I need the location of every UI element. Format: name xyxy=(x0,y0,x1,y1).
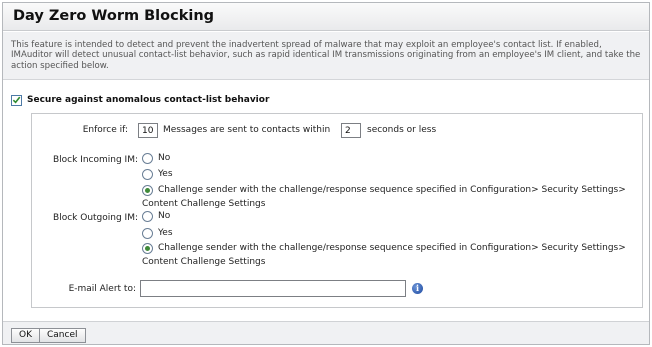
check-mark-icon xyxy=(12,96,21,104)
incoming-challenge-label: Challenge sender with the challenge/resp… xyxy=(158,185,626,195)
block-outgoing-label: Block Outgoing IM: xyxy=(53,213,138,223)
messages-count-input[interactable] xyxy=(138,123,158,138)
cancel-button[interactable]: Cancel xyxy=(39,328,86,343)
incoming-no-label: No xyxy=(158,153,171,163)
info-icon[interactable]: i xyxy=(412,283,423,294)
day-zero-worm-blocking-panel: Day Zero Worm Blocking This feature is i… xyxy=(2,2,650,345)
incoming-no-radio[interactable] xyxy=(142,153,153,164)
button-bar: OK Cancel xyxy=(3,321,649,344)
incoming-yes-radio[interactable] xyxy=(142,169,153,180)
outgoing-yes-label: Yes xyxy=(158,228,173,238)
block-incoming-label: Block Incoming IM: xyxy=(52,155,138,165)
outgoing-no-label: No xyxy=(158,211,171,221)
feature-description: This feature is intended to detect and p… xyxy=(3,32,649,80)
outgoing-yes-radio[interactable] xyxy=(142,228,153,239)
outgoing-challenge-label: Challenge sender with the challenge/resp… xyxy=(158,243,626,253)
enforce-label: Enforce if: xyxy=(82,125,128,135)
ok-button[interactable]: OK xyxy=(11,328,40,343)
outgoing-challenge-radio[interactable] xyxy=(142,243,153,254)
email-alert-label: E-mail Alert to: xyxy=(68,284,136,294)
secure-checkbox[interactable] xyxy=(11,94,22,106)
seconds-input[interactable] xyxy=(341,123,361,138)
secure-checkbox-label: Secure against anomalous contact-list be… xyxy=(27,95,270,105)
incoming-challenge-continuation: Content Challenge Settings xyxy=(142,199,266,209)
outgoing-challenge-continuation: Content Challenge Settings xyxy=(142,257,266,267)
email-alert-input[interactable] xyxy=(140,280,406,297)
enforce-middle-text: Messages are sent to contacts within xyxy=(163,125,331,135)
secure-checkbox-row[interactable]: Secure against anomalous contact-list be… xyxy=(11,93,269,107)
incoming-yes-label: Yes xyxy=(158,169,173,179)
incoming-challenge-radio[interactable] xyxy=(142,185,153,196)
outgoing-no-radio[interactable] xyxy=(142,211,153,222)
enforce-suffix-text: seconds or less xyxy=(367,125,437,135)
page-title: Day Zero Worm Blocking xyxy=(3,3,649,31)
settings-group: Enforce if: Messages are sent to contact… xyxy=(31,113,643,308)
